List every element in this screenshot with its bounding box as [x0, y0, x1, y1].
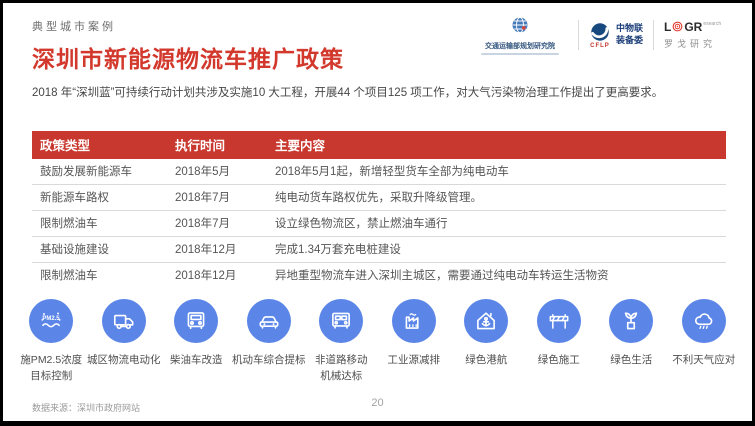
cell-policy-type: 限制燃油车: [32, 211, 167, 237]
header-main-content: 主要内容: [267, 131, 726, 159]
target-icon: [672, 21, 683, 32]
green-life-icon: [609, 299, 653, 343]
green-port-icon: [464, 299, 508, 343]
measure-diesel: 柴油车改造: [160, 299, 233, 385]
measure-label: 绿色施工: [538, 352, 580, 368]
header-policy-type: 政策类型: [32, 131, 167, 159]
table-row: 限制燃油车 2018年7月 设立绿色物流区，禁止燃油车通行: [32, 211, 726, 237]
cell-exec-time: 2018年7月: [167, 185, 267, 211]
cell-policy-type: 鼓励发展新能源车: [32, 159, 167, 185]
cell-exec-time: 2018年7月: [167, 211, 267, 237]
table-row: 鼓励发展新能源车 2018年5月 2018年5月1起，新增轻型货车全部为纯电动车: [32, 159, 726, 185]
table-row: 基础设施建设 2018年12月 完成1.34万套充电桩建设: [32, 237, 726, 263]
logr-wordmark: L GR esearch: [664, 21, 721, 33]
globe-icon: [510, 15, 530, 40]
svg-text:PM2.5: PM2.5: [43, 316, 61, 322]
logo-cflp: CFLP 中物联 装备委: [589, 21, 643, 49]
urban-logistics-electric-icon: [102, 299, 146, 343]
logr-label: 罗戈研究: [664, 37, 716, 50]
pm25-target-icon: PM2.5: [29, 299, 73, 343]
page-title: 深圳市新能源物流车推广政策: [32, 40, 344, 74]
logo-logr: L GR esearch 罗戈研究: [664, 21, 738, 50]
table-row: 限制燃油车 2018年12月 异地重型物流车进入深圳主城区，需要通过纯电动车转运…: [32, 263, 726, 289]
slide: 典型城市案例 交通运输部规划研究院: [3, 3, 752, 421]
cflp-line1: 中物联: [616, 23, 643, 35]
logo-divider: [578, 20, 579, 50]
cflp-text: 中物联 装备委: [616, 23, 643, 46]
slide-frame: 典型城市案例 交通运输部规划研究院: [0, 0, 755, 426]
measure-label: 城区物流电动化: [87, 352, 161, 368]
measure-vehicle-standard: 机动车综合提标: [233, 299, 306, 385]
measure-label: 绿色港航: [465, 352, 507, 368]
cflp-globe-icon: CFLP: [589, 21, 611, 49]
eyebrow-label: 典型城市案例: [32, 18, 116, 34]
logr-letters-gr: GR: [684, 21, 702, 33]
logr-suffix: esearch: [703, 22, 721, 27]
measure-label: 绿色生活: [610, 352, 652, 368]
cell-main-content: 完成1.34万套充电桩建设: [267, 237, 726, 263]
measures-icons-row: PM2.5 施PM2.5浓度 目标控制: [15, 299, 740, 385]
cflp-line2: 装备委: [616, 35, 643, 47]
institute-logo-subline: [481, 53, 559, 55]
header-exec-time: 执行时间: [167, 131, 267, 159]
measure-nonroad: 非道路移动 机械达标: [305, 299, 378, 385]
intro-paragraph: 2018 年“深圳蓝”可持续行动计划共涉及实施10 大工程，开展44 个项目12…: [32, 85, 732, 102]
measure-label: 施PM2.5浓度 目标控制: [20, 352, 82, 385]
measure-green-construction: 绿色施工: [523, 299, 596, 385]
cell-policy-type: 新能源车路权: [32, 185, 167, 211]
diesel-retrofit-icon: [174, 299, 218, 343]
cell-policy-type: 基础设施建设: [32, 237, 167, 263]
measure-green-life: 绿色生活: [595, 299, 668, 385]
cell-exec-time: 2018年12月: [167, 263, 267, 289]
cflp-abbr: CFLP: [590, 43, 610, 49]
adverse-weather-icon: [682, 299, 726, 343]
measure-label: 机动车综合提标: [232, 352, 306, 368]
institute-logo-label: 交通运输部规划研究院: [485, 41, 555, 51]
measure-green-port: 绿色港航: [450, 299, 523, 385]
measure-industry: 工业源减排: [378, 299, 451, 385]
nonroad-machinery-icon: [319, 299, 363, 343]
cell-main-content: 2018年5月1起，新增轻型货车全部为纯电动车: [267, 159, 726, 185]
cell-exec-time: 2018年12月: [167, 237, 267, 263]
table-row: 新能源车路权 2018年7月 纯电动货车路权优先，采取升降级管理。: [32, 185, 726, 211]
policy-table: 政策类型 执行时间 主要内容 鼓励发展新能源车 2018年5月 2018年5月1…: [32, 131, 726, 288]
industry-emission-icon: [392, 299, 436, 343]
logo-divider: [653, 20, 654, 50]
green-construction-icon: [537, 299, 581, 343]
table-header-row: 政策类型 执行时间 主要内容: [32, 131, 726, 159]
cell-exec-time: 2018年5月: [167, 159, 267, 185]
measure-label: 不利天气应对: [672, 352, 735, 368]
logo-transport-institute: 交通运输部规划研究院: [472, 15, 568, 55]
cell-main-content: 纯电动货车路权优先，采取升降级管理。: [267, 185, 726, 211]
cell-policy-type: 限制燃油车: [32, 263, 167, 289]
measure-label: 工业源减排: [388, 352, 441, 368]
cell-main-content: 设立绿色物流区，禁止燃油车通行: [267, 211, 726, 237]
cell-main-content: 异地重型物流车进入深圳主城区，需要通过纯电动车转运生活物资: [267, 263, 726, 289]
vehicle-standard-icon: [247, 299, 291, 343]
header-logos: 交通运输部规划研究院 CFLP 中物联 装备委: [472, 15, 738, 55]
measure-label: 非道路移动 机械达标: [315, 352, 368, 385]
logr-letter-l: L: [664, 21, 671, 33]
measure-urban-logistics: 城区物流电动化: [88, 299, 161, 385]
measure-pm25: PM2.5 施PM2.5浓度 目标控制: [15, 299, 88, 385]
measure-label: 柴油车改造: [170, 352, 223, 368]
page-number: 20: [3, 397, 752, 409]
measure-weather: 不利天气应对: [668, 299, 741, 385]
